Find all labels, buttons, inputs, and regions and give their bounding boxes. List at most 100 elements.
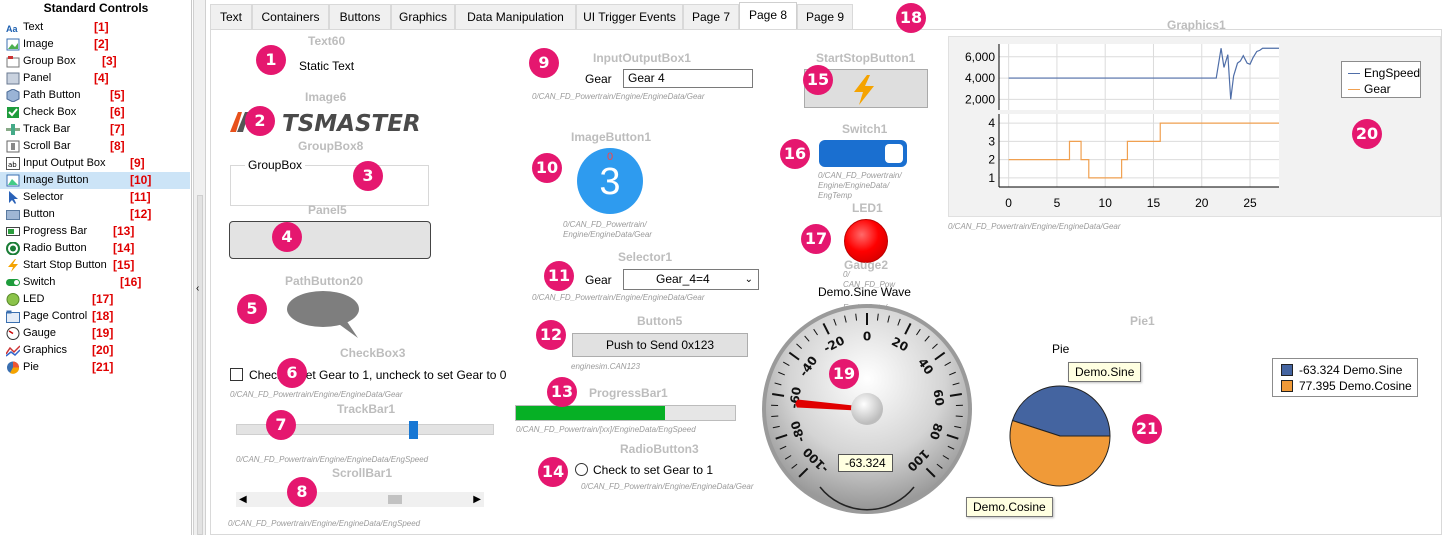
scrollbar[interactable]: ◀ ▶: [236, 492, 484, 507]
palette-item-label: Selector: [23, 191, 64, 203]
checkbox-gear[interactable]: [230, 368, 243, 381]
palette-item-label: Graphics: [23, 344, 68, 356]
imagebutton1-title: ImageButton1: [571, 130, 652, 144]
palette-item-panel[interactable]: Panel [4]: [0, 70, 190, 87]
image-button-value: 3: [599, 161, 621, 203]
led1-title: LED1: [852, 201, 883, 215]
y-tick-label: 4: [988, 116, 995, 130]
palette-item-label: Panel: [23, 72, 52, 84]
chevron-down-icon[interactable]: ⌄: [745, 270, 753, 289]
tab-data-manipulation[interactable]: Data Manipulation: [455, 4, 576, 29]
annotation-badge-6: 6: [277, 358, 307, 388]
image-button-icon: [6, 174, 20, 187]
palette-item-input-output-box[interactable]: ab Input Output Box [9]: [0, 155, 190, 172]
track-bar-icon: [6, 123, 20, 136]
push-to-send-button[interactable]: Push to Send 0x123: [572, 333, 748, 357]
x-tick-label: 0: [1005, 196, 1012, 210]
x-tick-label: 5: [1054, 196, 1061, 210]
y-tick-label: 2,000: [965, 92, 995, 106]
gauge-tick-label: 60: [930, 388, 946, 407]
collapse-arrow-icon[interactable]: ‹: [196, 283, 199, 294]
panel-splitter[interactable]: ‹: [193, 0, 206, 535]
path-button[interactable]: [286, 290, 364, 340]
selector-dropdown[interactable]: Gear_4=4 ⌄: [623, 269, 759, 290]
y-tick-label: 2: [988, 153, 995, 167]
palette-item-image-button[interactable]: Image Button [10]: [0, 172, 190, 189]
palette-item-text[interactable]: Aa Text [1]: [0, 19, 190, 36]
palette-item-progress-bar[interactable]: Progress Bar [13]: [0, 223, 190, 240]
tab-page-8[interactable]: Page 8: [739, 2, 797, 30]
tab-page-7[interactable]: Page 7: [683, 4, 739, 29]
palette-item-selector[interactable]: Selector [11]: [0, 189, 190, 206]
palette-item-label: Group Box: [23, 55, 76, 67]
annotation-badge-16: 16: [780, 139, 810, 169]
trackbar-thumb[interactable]: [408, 421, 418, 439]
palette-item-button[interactable]: Button [12]: [0, 206, 190, 223]
iobox1-signal: 0/CAN_FD_Powertrain/Engine/EngineData/Ge…: [532, 92, 705, 101]
iobox-input[interactable]: Gear 4: [623, 69, 753, 88]
palette-item-number: [12]: [130, 207, 152, 221]
palette-item-start-stop-button[interactable]: Start Stop Button [15]: [0, 257, 190, 274]
image-button[interactable]: 0 3: [577, 148, 643, 214]
scroll-left-arrow-icon[interactable]: ◀: [239, 492, 247, 507]
scroll-bar-icon: [6, 140, 20, 153]
switch1-signal-line3: EngTemp: [818, 191, 852, 200]
groupbox-caption: GroupBox: [245, 158, 306, 172]
splitter-scrollbar-thumb[interactable]: [197, 195, 203, 535]
palette-item-number: [20]: [92, 343, 114, 357]
scrollbar-thumb[interactable]: [388, 495, 403, 504]
path-button-icon: [6, 88, 20, 103]
palette-item-scroll-bar[interactable]: Scroll Bar [8]: [0, 138, 190, 155]
palette-item-track-bar[interactable]: Track Bar [7]: [0, 121, 190, 138]
tab-containers[interactable]: Containers: [252, 4, 329, 29]
tab-buttons[interactable]: Buttons: [329, 4, 391, 29]
x-tick-label: 15: [1147, 196, 1161, 210]
button5-title: Button5: [637, 314, 683, 328]
radio-button-gear[interactable]: [575, 463, 588, 476]
group-box-icon: [6, 55, 20, 68]
palette-item-pie[interactable]: Pie [21]: [0, 359, 190, 376]
selector-label: Gear: [585, 273, 612, 287]
palette-item-number: [2]: [94, 37, 109, 51]
tab-graphics[interactable]: Graphics: [391, 4, 455, 29]
button-icon: [6, 208, 20, 221]
annotation-badge-7: 7: [266, 410, 296, 440]
legend-cosine: 77.395 Demo.Cosine: [1299, 379, 1412, 393]
palette-item-image[interactable]: Image [2]: [0, 36, 190, 53]
palette-item-label: Button: [23, 208, 55, 220]
palette-item-graphics[interactable]: Graphics [20]: [0, 342, 190, 359]
radio-button-icon: [6, 241, 20, 256]
scroll-right-arrow-icon[interactable]: ▶: [473, 492, 481, 507]
palette-item-number: [10]: [130, 173, 152, 187]
palette-item-switch[interactable]: Switch [16]: [0, 274, 190, 291]
annotation-badge-8: 8: [287, 477, 317, 507]
tab-ui-trigger-events[interactable]: UI Trigger Events: [576, 4, 683, 29]
palette-item-label: Image: [23, 38, 54, 50]
palette-item-path-button[interactable]: Path Button [5]: [0, 87, 190, 104]
palette-item-number: [7]: [110, 122, 125, 136]
annotation-badge-21: 21: [1132, 414, 1162, 444]
palette-item-radio-button[interactable]: Radio Button [14]: [0, 240, 190, 257]
legend-engspeed-swatch: [1348, 73, 1360, 74]
palette-item-group-box[interactable]: Group Box [3]: [0, 53, 190, 70]
switch1-signal-line2: Engine/EngineData/: [818, 181, 890, 190]
switch-knob[interactable]: [885, 144, 903, 163]
progress-fill: [516, 406, 665, 420]
button5-signal: enginesim.CAN123: [571, 362, 640, 371]
tab-text[interactable]: Text: [210, 4, 252, 29]
toggle-switch[interactable]: [819, 140, 907, 167]
palette-item-label: Text: [23, 21, 44, 33]
palette-item-gauge[interactable]: Gauge [19]: [0, 325, 190, 342]
panel: [229, 221, 431, 259]
palette-item-page-control[interactable]: Page Control [18]: [0, 308, 190, 325]
y-tick-label: 3: [988, 134, 995, 148]
image-icon: [6, 38, 20, 51]
tab-page-9[interactable]: Page 9: [797, 4, 853, 29]
logo-text: TSMASTER: [282, 111, 421, 134]
palette-item-led[interactable]: LED [17]: [0, 291, 190, 308]
palette-item-label: LED: [23, 293, 45, 305]
legend-engspeed: EngSpeed: [1364, 66, 1421, 80]
palette-item-check-box[interactable]: Check Box [6]: [0, 104, 190, 121]
led-icon: [6, 293, 20, 306]
pie-legend: -63.324 Demo.Sine 77.395 Demo.Cosine: [1272, 358, 1418, 397]
